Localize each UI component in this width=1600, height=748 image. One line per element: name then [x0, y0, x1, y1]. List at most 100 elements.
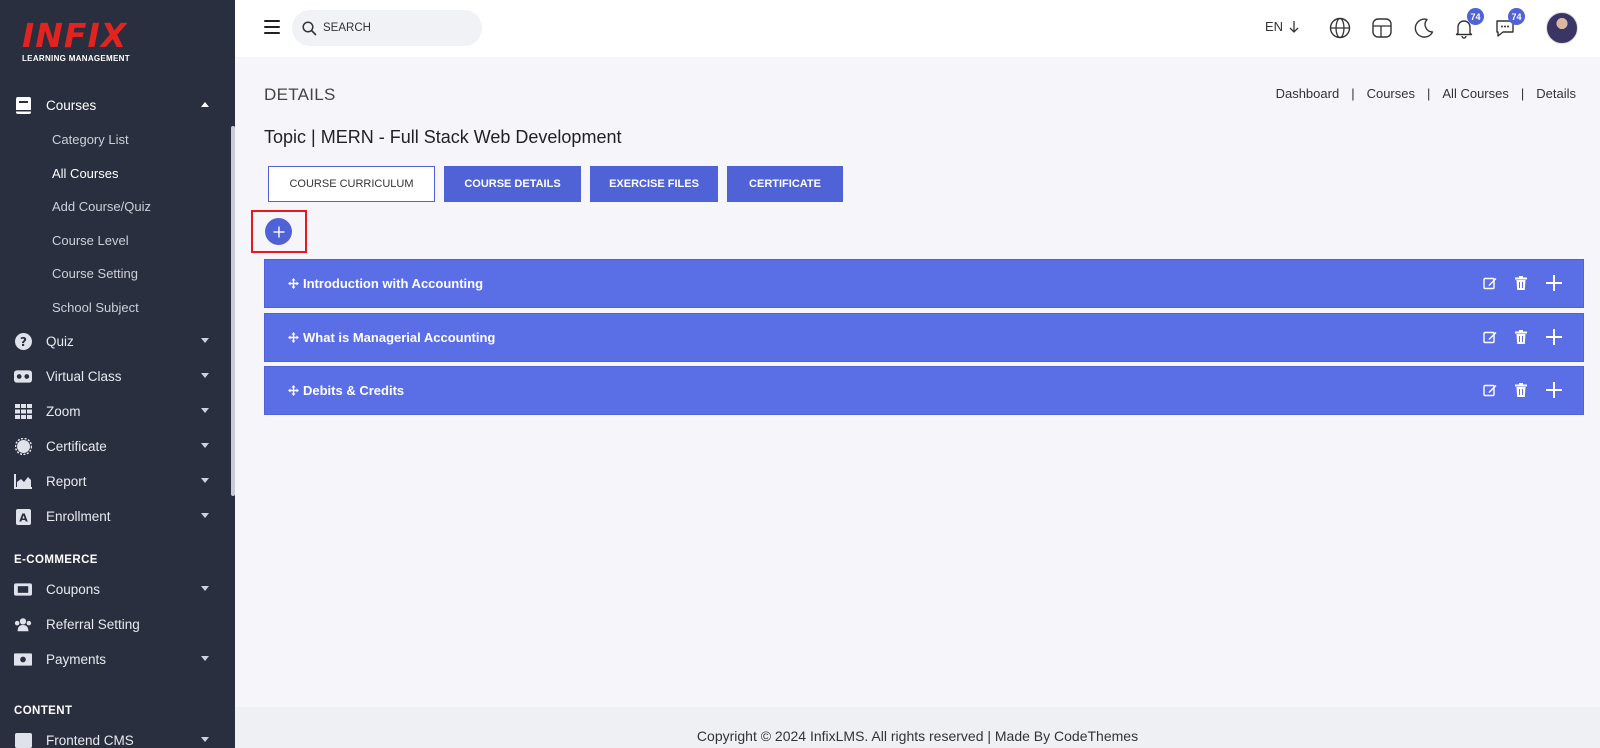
chapter-row[interactable]: Introduction with Accounting [264, 259, 1584, 308]
arrow-down-icon [1289, 20, 1299, 33]
user-avatar[interactable] [1546, 12, 1578, 44]
sidebar-item-quiz[interactable]: ? Quiz [0, 324, 231, 359]
move-icon[interactable] [288, 332, 299, 343]
chart-area-icon [14, 473, 32, 491]
svg-text:?: ? [20, 335, 27, 349]
section-ecommerce: E-COMMERCE [14, 554, 98, 566]
chapter-title: Debits & Credits [303, 383, 405, 398]
tab-certificate[interactable]: CERTIFICATE [727, 166, 843, 202]
chapter-title: Introduction with Accounting [303, 276, 484, 291]
sidebar-item-frontend-cms[interactable]: Frontend CMS [0, 723, 231, 748]
search-input[interactable] [323, 22, 463, 34]
sidebar-item-courses[interactable]: Courses [0, 88, 231, 123]
sidebar-item-label: Payments [46, 652, 107, 667]
logo[interactable]: INFIX LEARNING MANAGEMENT [22, 16, 130, 64]
plus-icon[interactable] [1545, 328, 1563, 346]
language-selector[interactable]: EN [1265, 19, 1299, 34]
caret-up-icon [201, 102, 209, 107]
sidebar-item-referral-setting[interactable]: Referral Setting [0, 607, 231, 642]
question-icon: ? [14, 333, 32, 351]
sidebar-subitem-course-setting[interactable]: Course Setting [0, 257, 231, 291]
messages-icon[interactable]: 74 [1493, 8, 1525, 40]
plus-icon[interactable] [1545, 381, 1563, 399]
trash-icon[interactable] [1515, 383, 1527, 397]
sidebar-item-coupons[interactable]: Coupons [0, 572, 231, 607]
layout-icon[interactable] [1370, 16, 1394, 40]
edit-icon[interactable] [1483, 276, 1497, 290]
sidebar-subitem-category-list[interactable]: Category List [0, 123, 231, 157]
main-content: DETAILS Dashboard | Courses | All Course… [235, 57, 1600, 707]
search-box[interactable] [292, 10, 482, 46]
svg-text:A: A [19, 511, 28, 524]
sidebar-subitem-all-courses[interactable]: All Courses [0, 157, 231, 191]
sidebar-item-certificate[interactable]: Certificate [0, 429, 231, 464]
move-icon[interactable] [288, 385, 299, 396]
logo-subtitle: LEARNING MANAGEMENT [22, 54, 130, 63]
vr-headset-icon [14, 368, 32, 386]
caret-down-icon [201, 408, 209, 413]
trash-icon[interactable] [1515, 330, 1527, 344]
notification-bell-icon[interactable]: 74 [1452, 8, 1484, 40]
sidebar-item-payments[interactable]: Payments [0, 642, 231, 677]
sidebar-item-label: Zoom [46, 404, 81, 419]
caret-down-icon [201, 478, 209, 483]
plus-icon[interactable] [1545, 274, 1563, 292]
globe-icon[interactable] [1328, 16, 1352, 40]
add-topic-button[interactable] [265, 218, 292, 245]
sidebar-item-label: Virtual Class [46, 369, 122, 384]
section-content: CONTENT [14, 705, 73, 717]
sidebar-item-label: Certificate [46, 439, 107, 454]
sidebar-item-label: Frontend CMS [46, 733, 134, 748]
breadcrumb-courses[interactable]: Courses [1367, 86, 1415, 101]
caret-down-icon [201, 513, 209, 518]
move-icon[interactable] [288, 278, 299, 289]
hamburger-menu-icon[interactable] [264, 20, 280, 34]
users-icon [14, 616, 32, 634]
sidebar-item-label: Quiz [46, 334, 74, 349]
language-label: EN [1265, 19, 1284, 34]
chapter-row[interactable]: What is Managerial Accounting [264, 313, 1584, 362]
sidebar-subitem-school-subject[interactable]: School Subject [0, 291, 231, 325]
sidebar-subitem-course-level[interactable]: Course Level [0, 224, 231, 258]
plus-icon [273, 226, 284, 237]
ticket-icon [14, 581, 32, 599]
notification-badge: 74 [1467, 8, 1484, 25]
sidebar-item-report[interactable]: Report [0, 464, 231, 499]
sidebar-item-label: Report [46, 474, 87, 489]
cms-icon [14, 732, 32, 748]
top-header: EN 74 74 [235, 0, 1600, 57]
course-tabs: COURSE CURRICULUM COURSE DETAILS EXERCIS… [268, 166, 843, 202]
trash-icon[interactable] [1515, 276, 1527, 290]
messages-badge: 74 [1508, 8, 1525, 25]
edit-icon[interactable] [1483, 330, 1497, 344]
chapter-actions [1483, 274, 1563, 292]
breadcrumb-separator: | [1351, 86, 1355, 101]
sidebar-item-label: Courses [46, 98, 97, 113]
tab-course-curriculum[interactable]: COURSE CURRICULUM [268, 166, 435, 202]
tab-exercise-files[interactable]: EXERCISE FILES [590, 166, 718, 202]
moon-icon[interactable] [1412, 16, 1436, 40]
breadcrumb-dashboard[interactable]: Dashboard [1276, 86, 1340, 101]
caret-down-icon [201, 443, 209, 448]
logo-wordmark: INFIX [22, 16, 128, 55]
course-topic-heading: Topic | MERN - Full Stack Web Developmen… [264, 127, 622, 147]
sidebar-item-virtual-class[interactable]: Virtual Class [0, 359, 231, 394]
sidebar-item-zoom[interactable]: Zoom [0, 394, 231, 429]
sidebar-item-enrollment[interactable]: A Enrollment [0, 499, 231, 534]
caret-down-icon [201, 373, 209, 378]
caret-down-icon [201, 737, 209, 742]
breadcrumb-all-courses[interactable]: All Courses [1442, 86, 1508, 101]
sidebar-menu: Courses Category List All Courses Add Co… [0, 88, 231, 748]
tab-course-details[interactable]: COURSE DETAILS [444, 166, 581, 202]
grid-icon [14, 403, 32, 421]
edit-icon[interactable] [1483, 383, 1497, 397]
sidebar-item-label: Enrollment [46, 509, 111, 524]
sidebar-subitem-add-course-quiz[interactable]: Add Course/Quiz [0, 190, 231, 224]
copyright-text: Copyright © 2024 InfixLMS. All rights re… [696, 727, 1139, 744]
chapter-row[interactable]: Debits & Credits [264, 366, 1584, 415]
sidebar-item-label: Coupons [46, 582, 101, 597]
book-icon [14, 97, 32, 115]
chapter-actions [1483, 328, 1563, 346]
breadcrumb-details[interactable]: Details [1536, 86, 1576, 101]
caret-down-icon [201, 656, 209, 661]
